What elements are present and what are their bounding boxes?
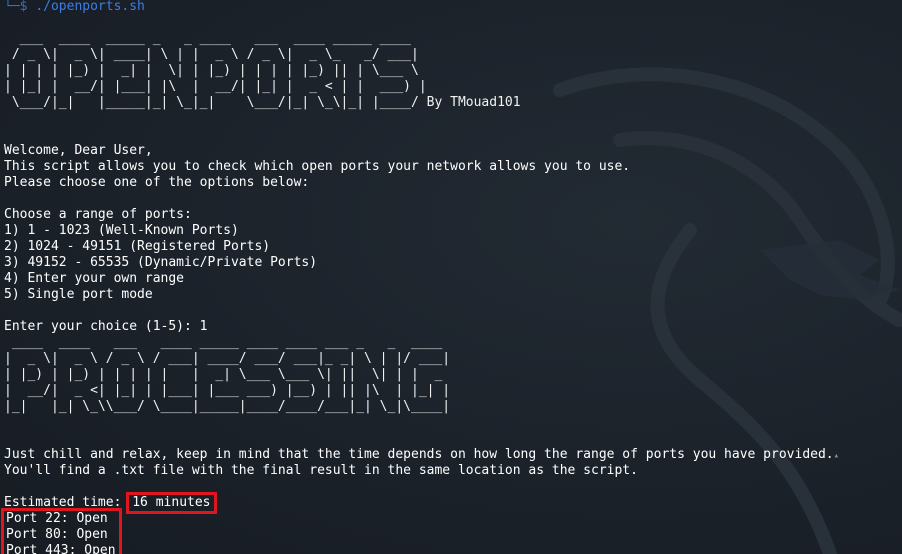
menu-option-3: 3) 49152 - 65535 (Dynamic/Private Ports)	[4, 255, 318, 270]
processing-ascii-banner: ____ ____ ___ ____ _____ ____ ____ ___ _…	[4, 335, 898, 415]
banner-line: ____ ____ ___ ____ _____ ____ ____ ___ _…	[4, 335, 451, 350]
banner-line: | | | | |_) | _| | \| | |_) | | | | |_) …	[4, 63, 427, 78]
banner-line: \___/|_| |_____|_| \_|_| \___/|_| \_\|_|…	[4, 95, 521, 110]
prompt-corner: └─	[4, 0, 20, 14]
menu-option-2: 2) 1024 - 49151 (Registered Ports)	[4, 239, 271, 254]
banner-line: ___ ____ _____ _ _ ____ ___ ____ _____ _…	[4, 31, 427, 46]
banner-line: | __/| _ <| |_| | |___| |___ ___) |__) |…	[4, 383, 451, 398]
instruction-line: Please choose one of the options below:	[4, 175, 310, 190]
estimated-time-line: Estimated time: 16 minutes	[4, 492, 898, 514]
choice-prompt: Enter your choice (1-5):	[4, 319, 200, 334]
openports-ascii-banner: ___ ____ _____ _ _ ____ ___ ____ _____ _…	[4, 31, 898, 111]
welcome-line: Welcome, Dear User,	[4, 143, 153, 158]
command-prompt-line: └─$ ./openports.sh	[4, 0, 898, 15]
menu-option-1: 1) 1 - 1023 (Well-Known Ports)	[4, 223, 239, 238]
port-result: Port 443: Open	[6, 543, 116, 554]
choice-value: 1	[199, 319, 208, 334]
menu-header: Choose a range of ports:	[4, 207, 192, 222]
open-ports-highlight: Port 22: Open Port 80: Open Port 443: Op…	[1, 508, 122, 554]
info-text: Just chill and relax, keep in mind that …	[4, 447, 834, 462]
command-text: ./openports.sh	[35, 0, 145, 14]
choice-line: Enter your choice (1-5): 1	[4, 319, 898, 335]
estimated-time-value: 16 minutes	[126, 492, 217, 514]
port-result: Port 22: Open	[6, 511, 108, 526]
terminal-output: └─$ ./openports.sh ___ ____ _____ _ _ __…	[1, 0, 898, 554]
port-result: Port 80: Open	[6, 527, 108, 542]
banner-line: |_| |_| \_\\___/ \____|_____|____/____/_…	[4, 399, 451, 414]
info-line: Just chill and relax, keep in mind that …	[4, 447, 898, 463]
terminal-cursor-icon: ▴	[833, 451, 840, 461]
banner-line: / _ \| _ \| ____| \ | | _ \ / _ \| _ \_ …	[4, 47, 427, 62]
description-line: This script allows you to check which op…	[4, 159, 631, 174]
menu-option-4: 4) Enter your own range	[4, 271, 185, 286]
banner-line: | _ \| _ \ / _ \ / ___| ____/ ___/ ___|_…	[4, 351, 451, 366]
result-location-line: You'll find a .txt file with the final r…	[4, 463, 638, 478]
banner-line: | |_| | __/| |___| |\ | __/| |_| | _ < |…	[4, 79, 427, 94]
terminal-window[interactable]: └─$ ./openports.sh ___ ____ _____ _ _ __…	[0, 0, 902, 554]
banner-line: | |_) | |_) | | | | | | _| \___ \___ \| …	[4, 367, 451, 382]
menu-option-5: 5) Single port mode	[4, 287, 153, 302]
prompt-dollar: $	[19, 0, 28, 14]
